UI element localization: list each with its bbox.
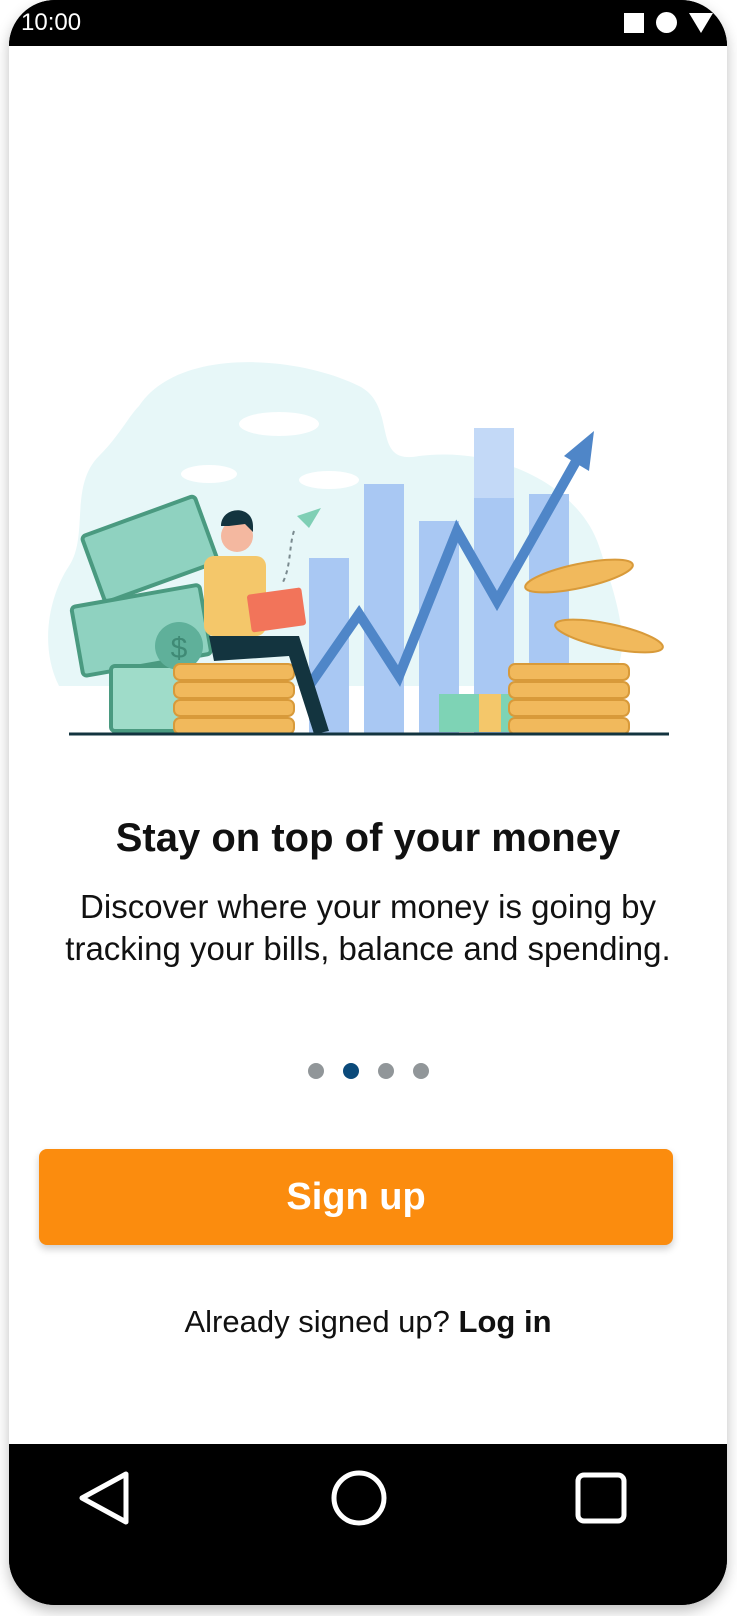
onboarding-description: Discover where your money is going by tr… (65, 888, 671, 967)
recents-square-icon[interactable] (571, 1468, 631, 1528)
finance-illustration-icon: $ (48, 362, 669, 736)
onboarding-headline: Stay on top of your money (115, 816, 621, 860)
login-prompt: Already signed up? (184, 1304, 450, 1339)
page-indicator (9, 1063, 727, 1079)
page-dot-4[interactable] (412, 1063, 429, 1079)
login-row: Already signed up? Log in (9, 1304, 727, 1340)
onboarding-screen: $ Stay on top of your money Discover whe… (9, 46, 727, 1490)
status-icons (624, 12, 713, 33)
page-dot-3[interactable] (377, 1063, 394, 1079)
phone-frame: 10:00 $ Stay on top of your money Discov… (9, 0, 727, 1605)
page-dot-1[interactable] (307, 1063, 324, 1079)
navigation-bar (9, 1444, 727, 1605)
home-circle-icon[interactable] (329, 1468, 389, 1528)
status-bar: 10:00 (9, 0, 727, 46)
page-dot-2-active[interactable] (342, 1063, 359, 1079)
circle-icon (656, 12, 677, 33)
square-icon (624, 12, 644, 33)
triangle-icon (689, 12, 713, 33)
signup-button[interactable]: Sign up (39, 1149, 673, 1245)
back-triangle-icon[interactable] (74, 1468, 134, 1528)
status-time: 10:00 (21, 9, 82, 36)
login-link[interactable]: Log in (459, 1304, 552, 1339)
svg-text:$: $ (171, 632, 188, 665)
